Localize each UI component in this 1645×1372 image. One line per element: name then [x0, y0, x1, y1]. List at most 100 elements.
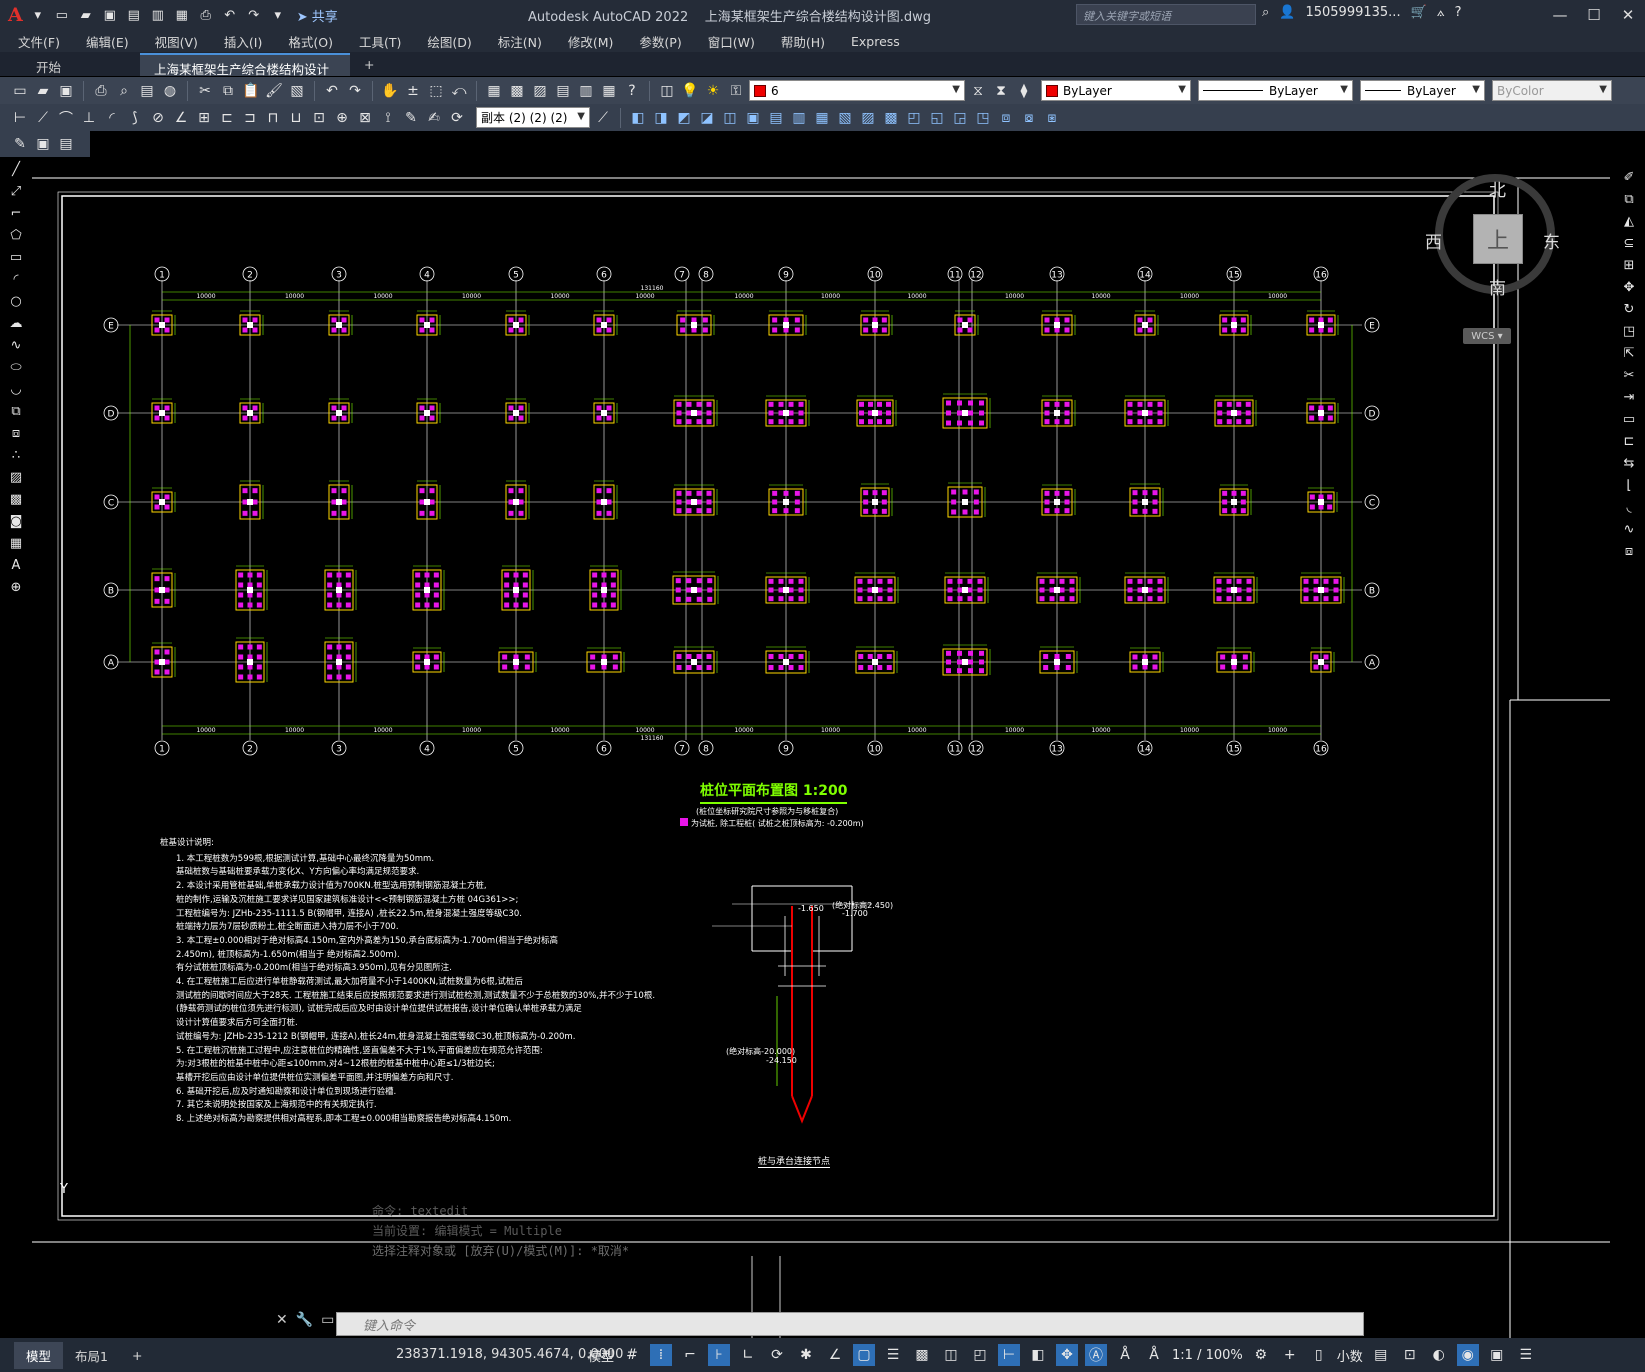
center-mark-icon[interactable]: ⊕ [332, 108, 352, 128]
arc-icon[interactable]: ◜ [6, 270, 26, 288]
blend-icon[interactable]: ∿ [1619, 520, 1639, 538]
tab-drawing[interactable]: 上海某框架生产综合楼结构设计图* ✕ [140, 53, 350, 96]
menu-tools[interactable]: 工具(T) [359, 32, 413, 51]
arc-length-icon[interactable]: ⌒ [56, 108, 76, 128]
cut-icon[interactable]: ✂ [195, 81, 215, 101]
zoom-previous-icon[interactable]: ⤺ [449, 81, 469, 101]
tab-model[interactable]: 模型 [14, 1341, 64, 1369]
search-icon[interactable]: ⌕ [1262, 5, 1269, 20]
block-icon-5[interactable]: ◫ [720, 108, 740, 128]
match-properties-icon[interactable]: 🖌 [264, 81, 284, 101]
units-value[interactable]: 小数 [1337, 1346, 1363, 1365]
angular-icon[interactable]: ∠ [171, 108, 191, 128]
inspect-icon[interactable]: ⊠ [355, 108, 375, 128]
trim-icon[interactable]: ✂ [1619, 366, 1639, 384]
dimstyle-dropdown[interactable]: 副本 (2) (2) (2) ▼ [476, 107, 590, 128]
polyline-icon[interactable]: ⌐ [6, 204, 26, 222]
polar-icon[interactable]: ⟳ [766, 1344, 788, 1366]
selection-cycling-icon[interactable]: ◫ [940, 1344, 962, 1366]
dim-space-icon[interactable]: ⊓ [263, 108, 283, 128]
menu-window[interactable]: 窗口(W) [708, 32, 767, 51]
design-center-icon[interactable]: ▩ [507, 81, 527, 101]
block-icon-2[interactable]: ◨ [651, 108, 671, 128]
publish-icon[interactable]: ▤ [137, 81, 157, 101]
undo-icon[interactable]: ↶ [322, 81, 342, 101]
hardware-acceleration-icon[interactable]: ◉ [1456, 1344, 1479, 1366]
drawing-canvas[interactable]: 1 1 2 2 3 3 4 4 5 5 6 6 7 7 8 8 9 9 10 10 11 11 12 12 13 13 14 14 15… [32, 160, 1610, 1340]
menu-help[interactable]: 帮助(H) [781, 32, 837, 51]
new-tab-button[interactable]: + [350, 53, 388, 76]
block-attr-icon[interactable]: ▣ [33, 134, 53, 154]
dim-break-icon[interactable]: ⊔ [286, 108, 306, 128]
auto-scale-icon[interactable]: Å [1114, 1344, 1136, 1366]
stretch-icon[interactable]: ⇱ [1619, 344, 1639, 362]
pan-icon[interactable]: ✋ [380, 81, 400, 101]
user-icon[interactable]: 👤 [1279, 5, 1295, 20]
annotation-scale-value[interactable]: 1:1 / 100% [1172, 1348, 1243, 1363]
help-icon[interactable]: ? [1455, 5, 1462, 20]
ortho-icon[interactable]: ∟ [737, 1344, 759, 1366]
cart-icon[interactable]: 🛒 [1411, 5, 1427, 20]
layer-properties-icon[interactable]: ◫ [657, 81, 677, 101]
save-icon[interactable]: ▣ [56, 81, 76, 101]
redo-icon[interactable]: ↷ [245, 6, 263, 24]
make-block-icon[interactable]: ⧈ [6, 424, 26, 442]
units-icon[interactable]: ▯ [1308, 1344, 1330, 1366]
explode-icon[interactable]: ⧈ [1619, 542, 1639, 560]
mtext-icon[interactable]: A [6, 556, 26, 574]
layer-dropdown[interactable]: 6 ▼ [749, 80, 965, 101]
menu-format[interactable]: 格式(O) [288, 32, 345, 51]
open-web-icon[interactable]: ▥ [149, 6, 167, 24]
linetype-dropdown[interactable]: ByLayer ▼ [1198, 80, 1353, 101]
undo-icon[interactable]: ↶ [221, 6, 239, 24]
ellipse-arc-icon[interactable]: ◡ [6, 380, 26, 398]
viewcube-face-top[interactable]: 上 [1473, 214, 1523, 264]
wcs-menu[interactable]: WCS ▾ [1463, 328, 1511, 344]
menu-express[interactable]: Express [851, 34, 912, 49]
zoom-realtime-icon[interactable]: ± [403, 81, 423, 101]
markup-icon[interactable]: ▥ [576, 81, 596, 101]
table-icon[interactable]: ▦ [6, 534, 26, 552]
grid-icon[interactable]: # [621, 1344, 643, 1366]
dynamic-ucs-icon[interactable]: ⊢ [998, 1344, 1021, 1366]
viewcube-west[interactable]: 西 [1425, 228, 1442, 253]
gizmo-icon[interactable]: ✥ [1056, 1344, 1079, 1366]
block-icon-9[interactable]: ▦ [812, 108, 832, 128]
menu-modify[interactable]: 修改(M) [568, 32, 626, 51]
block-icon-8[interactable]: ▥ [789, 108, 809, 128]
close-command-icon[interactable]: ✕ [276, 1312, 288, 1328]
3d-osnap-icon[interactable]: ◰ [969, 1344, 991, 1366]
quick-dim-icon[interactable]: ⊞ [194, 108, 214, 128]
layer-previous-icon[interactable]: ⧗ [991, 81, 1011, 101]
viewcube-north[interactable]: 北 [1489, 176, 1506, 201]
block-icon-7[interactable]: ▤ [766, 108, 786, 128]
3d-dwf-icon[interactable]: ◍ [160, 81, 180, 101]
menu-parametric[interactable]: 参数(P) [639, 32, 693, 51]
selection-filter-icon[interactable]: ◧ [1027, 1344, 1049, 1366]
copy-icon[interactable]: ⧉ [1619, 190, 1639, 208]
maximize-icon[interactable]: ☐ [1577, 0, 1611, 30]
menu-insert[interactable]: 插入(I) [224, 32, 274, 51]
command-input[interactable]: 键入命令 [336, 1312, 1364, 1336]
block-icon-17[interactable]: ⧈ [996, 108, 1016, 128]
break-icon[interactable]: ⊏ [1619, 432, 1639, 450]
gradient-icon[interactable]: ▩ [6, 490, 26, 508]
move-icon[interactable]: ✥ [1619, 278, 1639, 296]
autodesk-app-icon[interactable]: ⟑ [1437, 5, 1445, 20]
jogged-icon[interactable]: ⟆ [125, 108, 145, 128]
point-icon[interactable]: ∴ [6, 446, 26, 464]
dim-update-icon[interactable]: ⟳ [447, 108, 467, 128]
color-dropdown[interactable]: ByLayer ▼ [1041, 80, 1191, 101]
lineweight-icon[interactable]: ☰ [882, 1344, 904, 1366]
clean-screen-icon[interactable]: ▣ [1486, 1344, 1508, 1366]
workspace-icon[interactable]: ⚙ [1250, 1344, 1272, 1366]
lineweight-dropdown[interactable]: ByLayer ▼ [1360, 80, 1485, 101]
region-icon[interactable]: ◙ [6, 512, 26, 530]
block-icon-14[interactable]: ◱ [927, 108, 947, 128]
tool-palettes-icon[interactable]: ▨ [530, 81, 550, 101]
plot-preview-icon[interactable]: ⌕ [114, 81, 134, 101]
customize-icon[interactable]: ▾ [269, 6, 287, 24]
annotation-monitor-icon[interactable]: + [1279, 1344, 1301, 1366]
plotstyle-dropdown[interactable]: ByColor ▼ [1492, 80, 1612, 101]
block-icon-16[interactable]: ◳ [973, 108, 993, 128]
